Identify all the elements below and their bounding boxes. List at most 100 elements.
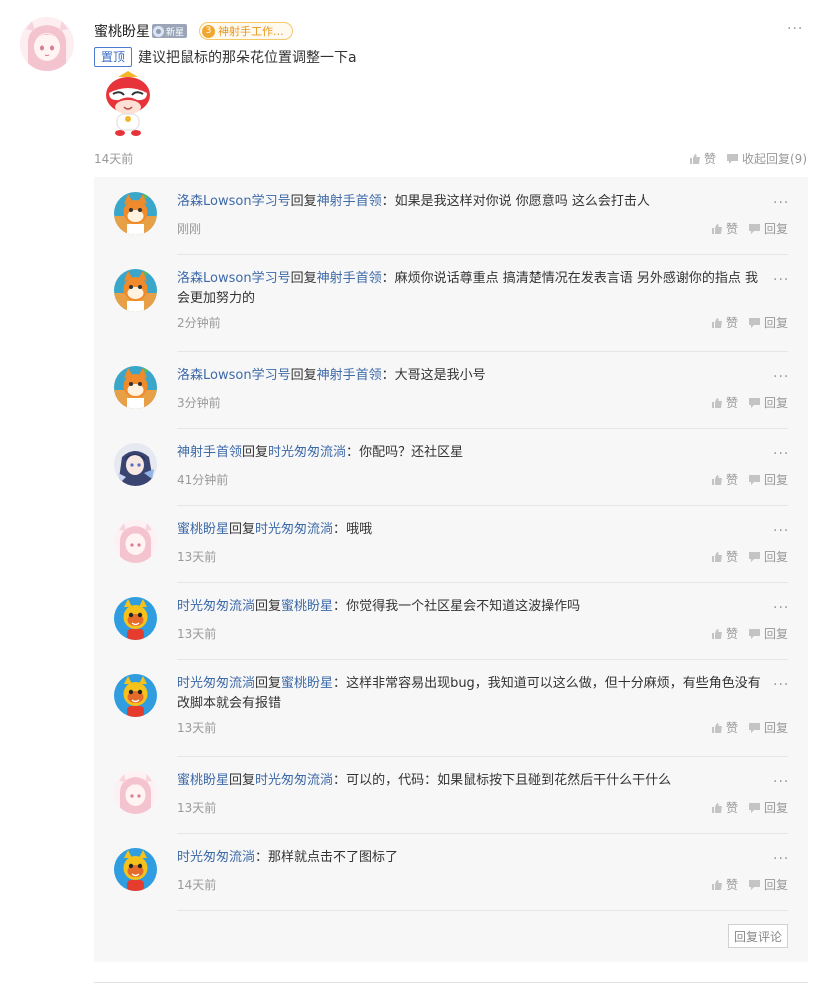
reply-like-button[interactable]: 赞 (711, 314, 738, 331)
reply-reply-button[interactable]: 回复 (748, 220, 788, 237)
reply-target-name[interactable]: 蜜桃盼星 (281, 599, 333, 614)
reply-colon: ： (255, 850, 269, 865)
reply-avatar[interactable] (114, 520, 157, 563)
reply-time: 13天前 (177, 627, 217, 641)
reply-reply-button[interactable]: 回复 (748, 876, 788, 893)
reply-avatar[interactable] (114, 848, 157, 891)
reply-author-name[interactable]: 洛森Lowson学习号 (177, 194, 291, 209)
reply-more-icon[interactable]: ··· (773, 196, 789, 210)
reply-text: 可以的，代码：如果鼠标按下且碰到花然后干什么干什么 (346, 773, 672, 788)
reply-comment-button[interactable]: 回复评论 (728, 924, 788, 948)
reply-reply-button[interactable]: 回复 (748, 394, 788, 411)
reply-target-name[interactable]: 时光匆匆流淌 (255, 773, 333, 788)
reply-like-button[interactable]: 赞 (711, 220, 738, 237)
reply-text: 你配吗？还社区星 (359, 445, 464, 460)
reply-colon: ： (381, 194, 395, 209)
reply-more-icon[interactable]: ··· (773, 775, 789, 789)
reply-divider (177, 254, 788, 255)
post-sticker-image[interactable] (93, 69, 164, 140)
reply-author-name[interactable]: 时光匆匆流淌 (177, 850, 255, 865)
reply-reply-label: 回复 (763, 396, 788, 410)
reply-word: 回复 (255, 599, 282, 614)
reply-word: 回复 (290, 271, 317, 286)
thumb-up-icon (711, 628, 722, 639)
reply-author-name[interactable]: 蜜桃盼星 (177, 522, 229, 537)
reply-more-icon[interactable]: ··· (773, 678, 789, 692)
reply-target-name[interactable]: 蜜桃盼星 (281, 676, 333, 691)
reply-time: 3分钟前 (177, 396, 221, 410)
reply-more-icon[interactable]: ··· (773, 524, 789, 538)
reply-reply-label: 回复 (763, 878, 788, 892)
reply-reply-button[interactable]: 回复 (748, 314, 788, 331)
reply-more-icon[interactable]: ··· (773, 852, 789, 866)
reply-reply-button[interactable]: 回复 (748, 799, 788, 816)
reply-content: 时光匆匆流淌回复蜜桃盼星：这样非常容易出现bug，我知道可以这么做，但十分麻烦，… (177, 674, 767, 714)
reply-like-button[interactable]: 赞 (711, 625, 738, 642)
reply-more-icon[interactable]: ··· (773, 447, 789, 461)
post-like-button[interactable]: 赞 (689, 150, 716, 167)
reply-avatar[interactable] (114, 443, 157, 486)
reply-colon: ： (381, 271, 395, 286)
reply-word: 回复 (229, 522, 256, 537)
reply-avatar[interactable] (114, 366, 157, 409)
reply-author-name[interactable]: 洛森Lowson学习号 (177, 368, 291, 383)
reply-actions: 赞 回复 (701, 625, 788, 642)
reply-avatar[interactable] (114, 771, 157, 814)
reply-target-name[interactable]: 时光匆匆流淌 (255, 522, 333, 537)
reply-target-name[interactable]: 神射手首领 (317, 271, 382, 286)
reply-like-button[interactable]: 赞 (711, 471, 738, 488)
reply-avatar[interactable] (114, 597, 157, 640)
reply-more-icon[interactable]: ··· (773, 370, 789, 384)
reply-like-button[interactable]: 赞 (711, 876, 738, 893)
reply-target-name[interactable]: 神射手首领 (317, 194, 382, 209)
post-actions: 赞 收起回复(9) (679, 150, 807, 167)
thumb-up-icon (711, 802, 722, 813)
reply-reply-label: 回复 (763, 473, 788, 487)
reply-actions: 赞 回复 (701, 876, 788, 893)
reply-colon: ： (333, 773, 347, 788)
reply-like-button[interactable]: 赞 (711, 719, 738, 736)
reply-colon: ： (381, 368, 395, 383)
reply-avatar[interactable] (114, 269, 157, 312)
comment-icon (748, 551, 760, 562)
reply-like-button[interactable]: 赞 (711, 799, 738, 816)
reply-target-name[interactable]: 神射手首领 (317, 368, 382, 383)
reply-time: 13天前 (177, 801, 217, 815)
reply-more-icon[interactable]: ··· (773, 273, 789, 287)
reply-avatar[interactable] (114, 192, 157, 235)
reply-author-name[interactable]: 神射手首领 (177, 445, 242, 460)
reply-divider (177, 833, 788, 834)
thumb-up-icon (711, 223, 722, 234)
reply-avatar[interactable] (114, 674, 157, 717)
reply-divider (177, 582, 788, 583)
reply-actions: 赞 回复 (701, 799, 788, 816)
reply-word: 回复 (290, 368, 317, 383)
reply-reply-button[interactable]: 回复 (748, 625, 788, 642)
reply-divider (177, 505, 788, 506)
post-more-icon[interactable]: ··· (787, 22, 803, 36)
collapse-replies-button[interactable]: 收起回复(9) (726, 150, 807, 167)
reply-author-name[interactable]: 时光匆匆流淌 (177, 599, 255, 614)
level-badge[interactable]: 3 神射手工作... (199, 22, 293, 40)
reply-author-name[interactable]: 蜜桃盼星 (177, 773, 229, 788)
post-author-avatar[interactable] (20, 17, 74, 71)
reply-author-name[interactable]: 洛森Lowson学习号 (177, 271, 291, 286)
reply-like-label: 赞 (725, 801, 738, 815)
reply-more-icon[interactable]: ··· (773, 601, 789, 615)
thumb-up-icon (711, 551, 722, 562)
post-author-name[interactable]: 蜜桃盼星 (94, 21, 150, 41)
reply-time: 13天前 (177, 550, 217, 564)
reply-reply-button[interactable]: 回复 (748, 719, 788, 736)
reply-content: 洛森Lowson学习号回复神射手首领：大哥这是我小号 (177, 366, 767, 386)
reply-reply-button[interactable]: 回复 (748, 471, 788, 488)
reply-time: 刚刚 (177, 222, 202, 236)
reply-author-name[interactable]: 时光匆匆流淌 (177, 676, 255, 691)
reply-target-name[interactable]: 时光匆匆流淌 (268, 445, 346, 460)
reply-reply-label: 回复 (763, 801, 788, 815)
reply-reply-button[interactable]: 回复 (748, 548, 788, 565)
post-like-label: 赞 (703, 152, 716, 166)
reply-like-button[interactable]: 赞 (711, 394, 738, 411)
reply-like-button[interactable]: 赞 (711, 548, 738, 565)
reply-content: 时光匆匆流淌：那样就点击不了图标了 (177, 848, 767, 868)
pinned-tag: 置顶 (94, 47, 133, 67)
